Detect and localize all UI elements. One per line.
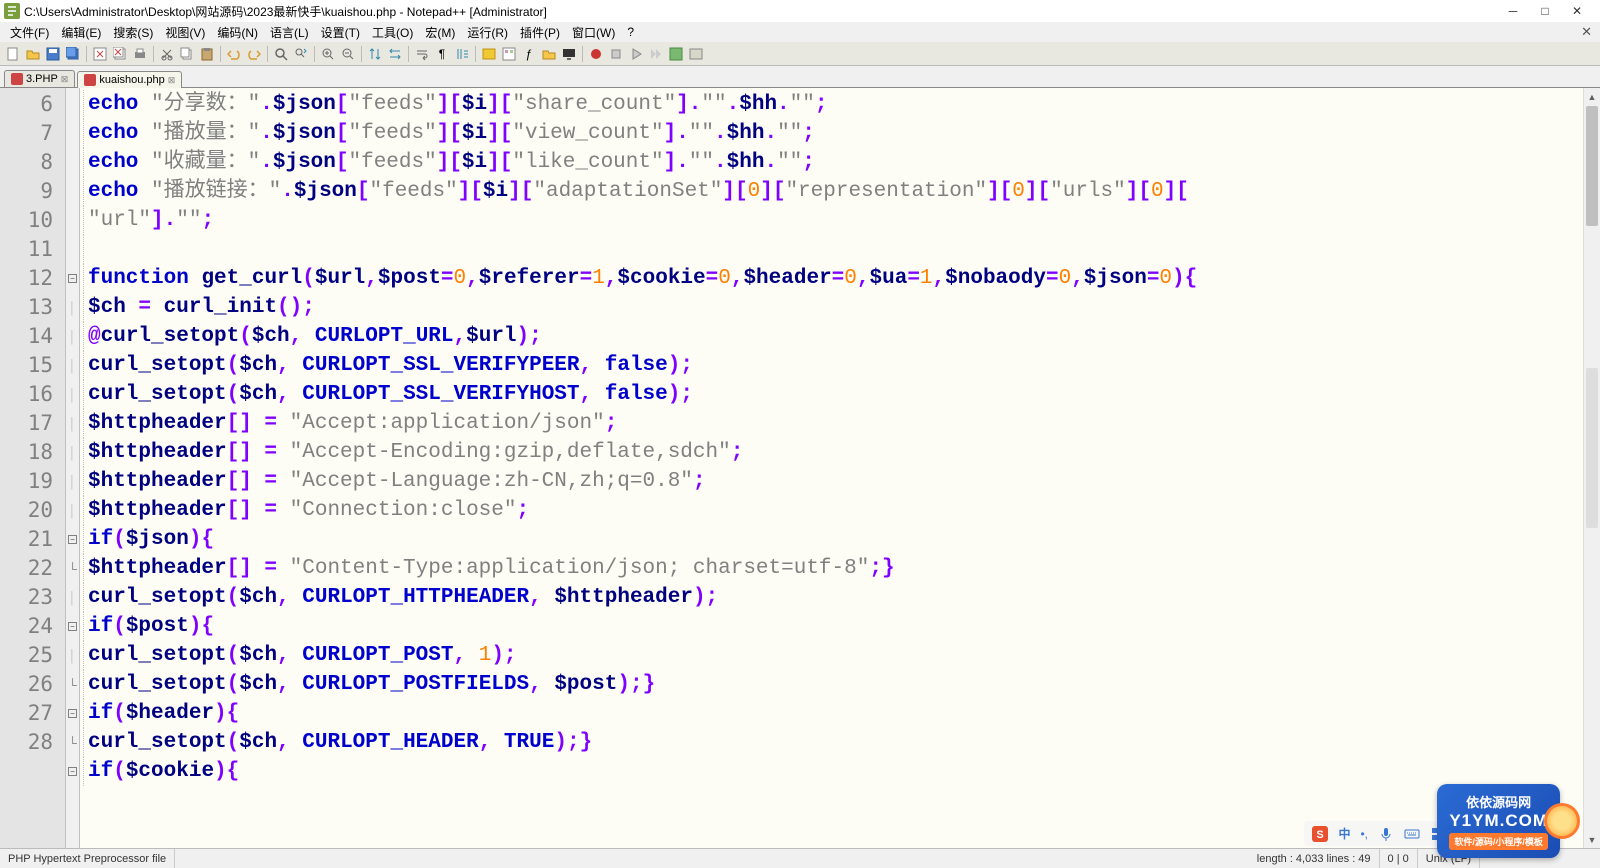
tab-close-icon[interactable]: ⊠ bbox=[168, 75, 176, 86]
watermark-title: 依依源码网 bbox=[1449, 792, 1548, 811]
menubar: 文件(F)编辑(E)搜索(S)视图(V)编码(N)语言(L)设置(T)工具(O)… bbox=[0, 22, 1600, 42]
watermark-sub: 软件/源码/小程序/模板 bbox=[1449, 833, 1548, 850]
menu-编码n[interactable]: 编码(N) bbox=[211, 22, 264, 43]
keyboard-icon[interactable] bbox=[1404, 826, 1420, 842]
run-icon[interactable] bbox=[687, 45, 705, 63]
find-icon[interactable] bbox=[272, 45, 290, 63]
code-area[interactable]: echo "分享数：".$json["feeds"][$i]["share_co… bbox=[86, 88, 1600, 848]
play-multi-icon[interactable] bbox=[647, 45, 665, 63]
paste-icon[interactable] bbox=[198, 45, 216, 63]
menu-设置t[interactable]: 设置(T) bbox=[315, 22, 366, 43]
save-macro-icon[interactable] bbox=[667, 45, 685, 63]
stop-macro-icon[interactable] bbox=[607, 45, 625, 63]
replace-icon[interactable] bbox=[292, 45, 310, 63]
window-title: C:\Users\Administrator\Desktop\网站源码\2023… bbox=[24, 3, 1506, 20]
scroll-down-icon[interactable]: ▼ bbox=[1584, 831, 1600, 848]
app-icon bbox=[4, 3, 20, 19]
open-file-icon[interactable] bbox=[24, 45, 42, 63]
undo-icon[interactable] bbox=[225, 45, 243, 63]
scroll-up-icon[interactable]: ▲ bbox=[1584, 88, 1600, 105]
menu-宏m[interactable]: 宏(M) bbox=[419, 22, 461, 43]
sync-v-icon[interactable] bbox=[366, 45, 384, 63]
menubar-close-icon[interactable]: ✕ bbox=[1581, 24, 1592, 40]
copy-icon[interactable] bbox=[178, 45, 196, 63]
svg-text:S: S bbox=[1317, 829, 1324, 841]
scrollbar-thumb[interactable] bbox=[1586, 106, 1598, 226]
menu-编辑e[interactable]: 编辑(E) bbox=[55, 22, 107, 43]
monitor-icon[interactable] bbox=[560, 45, 578, 63]
tab-close-icon[interactable]: ⊠ bbox=[61, 74, 69, 85]
close-all-icon[interactable] bbox=[111, 45, 129, 63]
new-file-icon[interactable] bbox=[4, 45, 22, 63]
fold-column[interactable]: −││││││││−└│−│└−└− bbox=[66, 88, 80, 848]
toolbar: ¶ ƒ bbox=[0, 42, 1600, 66]
status-filetype: PHP Hypertext Preprocessor file bbox=[0, 849, 175, 868]
save-all-icon[interactable] bbox=[64, 45, 82, 63]
tab-kuaishou-php[interactable]: kuaishou.php⊠ bbox=[77, 71, 182, 88]
tabbar: 3.PHP⊠kuaishou.php⊠ bbox=[0, 66, 1600, 88]
wordwrap-icon[interactable] bbox=[413, 45, 431, 63]
sync-h-icon[interactable] bbox=[386, 45, 404, 63]
statusbar: PHP Hypertext Preprocessor file length :… bbox=[0, 848, 1600, 868]
maximize-button[interactable]: □ bbox=[1538, 4, 1552, 18]
menu-插件p[interactable]: 插件(P) bbox=[514, 22, 566, 43]
microphone-icon[interactable] bbox=[1378, 826, 1394, 842]
menu-运行r[interactable]: 运行(R) bbox=[461, 22, 514, 43]
tray-dot-icon[interactable]: •, bbox=[1360, 827, 1368, 841]
menu-视图v[interactable]: 视图(V) bbox=[159, 22, 211, 43]
zoom-in-icon[interactable] bbox=[319, 45, 337, 63]
line-number-gutter: 6789101112131415161718192021222324252627… bbox=[0, 88, 66, 848]
watermark-url: Y1YM.COM bbox=[1449, 811, 1548, 831]
watermark-badge: 依依源码网 Y1YM.COM 软件/源码/小程序/模板 bbox=[1437, 784, 1560, 858]
play-macro-icon[interactable] bbox=[627, 45, 645, 63]
menu-搜索s[interactable]: 搜索(S) bbox=[107, 22, 159, 43]
vertical-scrollbar[interactable]: ▲ ▼ bbox=[1583, 88, 1600, 848]
close-file-icon[interactable] bbox=[91, 45, 109, 63]
close-button[interactable]: ✕ bbox=[1570, 4, 1584, 18]
minimize-button[interactable]: ─ bbox=[1506, 4, 1520, 18]
redo-icon[interactable] bbox=[245, 45, 263, 63]
tab-3-PHP[interactable]: 3.PHP⊠ bbox=[4, 70, 75, 87]
editor[interactable]: 6789101112131415161718192021222324252627… bbox=[0, 88, 1600, 848]
scrollbar-track-mark bbox=[1586, 368, 1598, 528]
status-pos: 0 | 0 bbox=[1380, 849, 1418, 868]
folder-view-icon[interactable] bbox=[540, 45, 558, 63]
save-icon[interactable] bbox=[44, 45, 62, 63]
watermark-overlay: 依依源码网 Y1YM.COM 软件/源码/小程序/模板 bbox=[1437, 784, 1560, 858]
record-macro-icon[interactable] bbox=[587, 45, 605, 63]
menu-文件f[interactable]: 文件(F) bbox=[4, 22, 55, 43]
menu-语言l[interactable]: 语言(L) bbox=[264, 22, 315, 43]
cut-icon[interactable] bbox=[158, 45, 176, 63]
menu-窗口w[interactable]: 窗口(W) bbox=[566, 22, 621, 43]
show-all-chars-icon[interactable]: ¶ bbox=[433, 45, 451, 63]
indent-guide-icon[interactable] bbox=[453, 45, 471, 63]
zoom-out-icon[interactable] bbox=[339, 45, 357, 63]
lang-icon[interactable] bbox=[480, 45, 498, 63]
doc-map-icon[interactable] bbox=[500, 45, 518, 63]
magnifier-icon bbox=[1544, 803, 1580, 839]
func-list-icon[interactable]: ƒ bbox=[520, 45, 538, 63]
ime-lang-icon[interactable]: 中 bbox=[1338, 825, 1350, 842]
ime-s-icon[interactable]: S bbox=[1312, 826, 1328, 842]
menu-?[interactable]: ? bbox=[621, 23, 640, 41]
titlebar: C:\Users\Administrator\Desktop\网站源码\2023… bbox=[0, 0, 1600, 22]
status-length: length : 4,033 lines : 49 bbox=[1249, 849, 1380, 868]
menu-工具o[interactable]: 工具(O) bbox=[366, 22, 419, 43]
print-icon[interactable] bbox=[131, 45, 149, 63]
